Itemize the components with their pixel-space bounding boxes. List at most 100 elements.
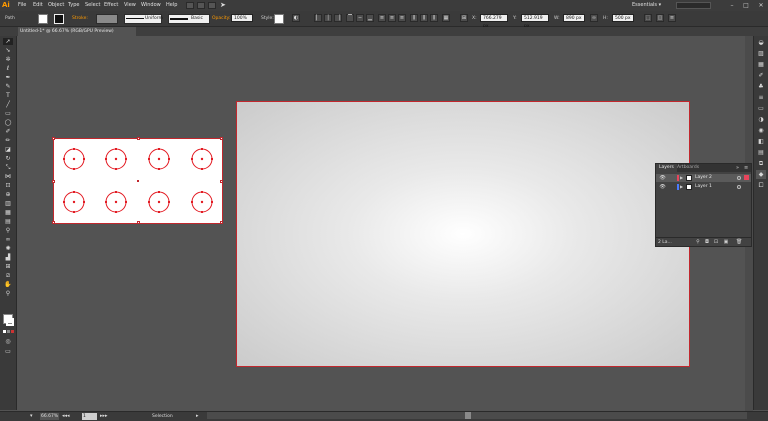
rotate-tool-icon[interactable]: ↻ — [3, 155, 13, 162]
perspective-grid-tool-icon[interactable]: ▥ — [3, 200, 13, 207]
graphic-styles-icon[interactable]: ◧ — [756, 137, 766, 146]
selection-tool-icon[interactable]: ➚ — [3, 38, 13, 45]
bounding-handle-ml[interactable] — [52, 180, 55, 183]
search-input[interactable] — [676, 2, 711, 9]
ellipse-tool-icon[interactable]: ◯ — [3, 119, 13, 126]
artboard-tool-icon[interactable]: ⊞ — [3, 263, 13, 270]
w-field[interactable]: 890 px — [563, 14, 585, 22]
delete-layer-icon[interactable]: 🗑 — [736, 239, 742, 245]
zoom-tool-icon[interactable]: ⚲ — [3, 290, 13, 297]
mesh-tool-icon[interactable]: ▦ — [3, 209, 13, 216]
artboard-circles[interactable] — [52, 137, 223, 224]
isolate-icon[interactable]: ◫ — [656, 14, 664, 22]
document-tab[interactable]: Untitled-1* @ 66.67% (RGB/GPU Preview) — [18, 27, 136, 36]
target-icon[interactable] — [737, 185, 741, 189]
menu-help[interactable]: Help — [166, 2, 177, 9]
expand-arrow-icon[interactable]: ▶ — [680, 175, 685, 181]
free-transform-tool-icon[interactable]: ⊡ — [3, 182, 13, 189]
color-panel-icon[interactable]: ◒ — [756, 38, 766, 47]
layer-row-2[interactable]: 👁 ▶ Layer 2 — [656, 174, 751, 182]
menu-edit[interactable]: Edit — [33, 2, 43, 9]
brush-definition[interactable]: Basic — [168, 14, 210, 24]
minimize-icon[interactable]: – — [728, 2, 736, 9]
panel-menu-icon[interactable]: ≡ — [744, 164, 750, 172]
bounding-handle-bl[interactable] — [52, 221, 55, 224]
gradient-panel-icon[interactable]: ▭ — [756, 104, 766, 113]
gradient-tool-icon[interactable]: ▤ — [3, 218, 13, 225]
y-field[interactable]: 512.919 px — [521, 14, 549, 29]
artboard-number-field[interactable]: 1 — [82, 413, 97, 420]
zoom-field[interactable]: 66.67% — [40, 413, 59, 420]
bounding-handle-tc[interactable] — [137, 137, 140, 140]
curvature-tool-icon[interactable]: ✎ — [3, 83, 13, 90]
stroke-label[interactable]: Stroke: — [72, 15, 88, 22]
color-mode-icon[interactable] — [3, 330, 6, 333]
send-icon[interactable]: ➤ — [220, 1, 228, 9]
distribute-bottom-icon[interactable]: ≡ — [398, 14, 406, 22]
magic-wand-tool-icon[interactable]: ✲ — [3, 56, 13, 63]
hand-tool-icon[interactable]: ✋ — [3, 281, 13, 288]
gradient-mode-icon[interactable] — [7, 330, 10, 333]
artboard-gradient[interactable] — [236, 101, 690, 367]
eraser-tool-icon[interactable]: ◪ — [3, 146, 13, 153]
constrain-proportions-icon[interactable]: ∞ — [590, 14, 598, 22]
pencil-tool-icon[interactable]: ✏ — [3, 137, 13, 144]
align-panel-icon[interactable]: ▤ — [756, 148, 766, 157]
stroke-weight-dropdown[interactable] — [96, 14, 118, 24]
menu-select[interactable]: Select — [85, 2, 100, 9]
artboard-next-icon[interactable]: ▸▸▸ — [100, 413, 116, 420]
artboards-panel-icon[interactable]: ⧠ — [756, 181, 766, 190]
brushes-panel-icon[interactable]: ✐ — [756, 71, 766, 80]
width-tool-icon[interactable]: ⋈ — [3, 173, 13, 180]
layer-row-1[interactable]: 👁 ▶ Layer 1 — [656, 183, 751, 191]
horizontal-scroll-thumb[interactable] — [465, 412, 471, 419]
recolor-artwork-icon[interactable]: ◐ — [292, 14, 300, 22]
new-sublayer-icon[interactable]: ⊡ — [713, 239, 719, 245]
appearance-panel-icon[interactable]: ◉ — [756, 126, 766, 135]
graphic-style-swatch[interactable] — [274, 14, 284, 24]
zoom-dropdown-icon[interactable]: ▾ — [30, 413, 38, 420]
menu-window[interactable]: Window — [141, 2, 161, 9]
tab-artboards[interactable]: Artboards — [674, 164, 702, 172]
menu-file[interactable]: File — [18, 2, 26, 9]
bridge-icon[interactable] — [186, 2, 194, 9]
align-middle-icon[interactable]: ─ — [356, 14, 364, 22]
distribute-right-icon[interactable]: ⫼ — [430, 14, 438, 22]
screen-mode-icon[interactable]: ▭ — [3, 348, 13, 355]
opacity-field[interactable]: 100% — [231, 14, 253, 22]
stroke-panel-icon[interactable]: ≡ — [756, 93, 766, 102]
variable-width-profile[interactable]: Uniform — [124, 14, 163, 24]
target-icon[interactable] — [737, 176, 741, 180]
align-to-icon[interactable]: ▦ — [442, 14, 450, 22]
distribute-horizontal-icon[interactable]: ⫼ — [420, 14, 428, 22]
scale-tool-icon[interactable]: ⤡ — [3, 164, 13, 171]
close-icon[interactable]: ✕ — [757, 2, 765, 9]
type-tool-icon[interactable]: T — [3, 92, 13, 99]
expand-arrow-icon[interactable]: ▶ — [680, 184, 685, 190]
h-field[interactable]: 500 px — [612, 14, 634, 22]
eyedropper-tool-icon[interactable]: ⚲ — [3, 227, 13, 234]
layout-icon[interactable] — [208, 2, 216, 9]
stroke-swatch[interactable] — [54, 14, 64, 24]
fill-swatch[interactable] — [38, 14, 48, 24]
locate-object-icon[interactable]: ⚲ — [695, 239, 701, 245]
transparency-panel-icon[interactable]: ◑ — [756, 115, 766, 124]
line-segment-tool-icon[interactable]: ╱ — [3, 101, 13, 108]
menu-object[interactable]: Object — [48, 2, 64, 9]
new-layer-icon[interactable]: ▣ — [723, 239, 729, 245]
bounding-handle-tr[interactable] — [220, 137, 223, 140]
transform-icon[interactable]: ⬚ — [644, 14, 652, 22]
slice-tool-icon[interactable]: ⧄ — [3, 272, 13, 279]
layer-name[interactable]: Layer 2 — [695, 174, 712, 182]
panel-menu-icon[interactable]: ≡ — [668, 14, 676, 22]
align-bottom-icon[interactable]: ▁ — [366, 14, 374, 22]
direct-selection-tool-icon[interactable]: ➘ — [3, 47, 13, 54]
layer-name[interactable]: Layer 1 — [695, 183, 712, 191]
symbol-sprayer-tool-icon[interactable]: ✺ — [3, 245, 13, 252]
bounding-handle-mr[interactable] — [220, 180, 223, 183]
layers-panel-icon[interactable]: ◆ — [756, 170, 766, 179]
menu-view[interactable]: View — [124, 2, 136, 9]
x-field[interactable]: 766.279 px — [480, 14, 508, 29]
stroke-color-icon[interactable] — [6, 318, 14, 326]
color-guide-icon[interactable]: ▨ — [756, 49, 766, 58]
